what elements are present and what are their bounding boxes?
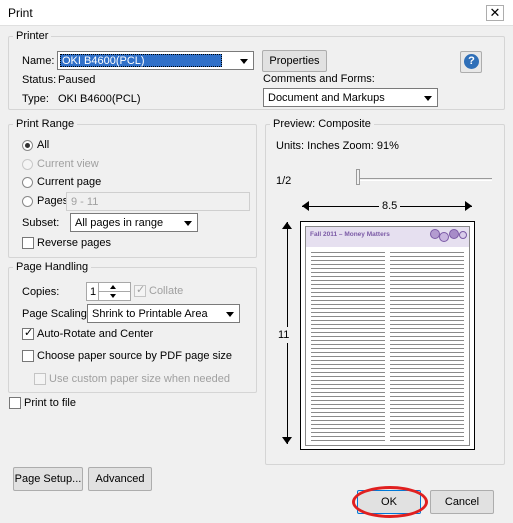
coin-icon <box>459 231 467 239</box>
radio-current-page[interactable] <box>22 177 33 188</box>
help-button[interactable]: ? <box>460 51 482 73</box>
print-range-legend: Print Range <box>16 118 75 130</box>
page-handling-legend: Page Handling <box>16 261 89 273</box>
radio-pages[interactable] <box>22 196 33 207</box>
subset-dropdown[interactable]: All pages in range <box>70 213 198 232</box>
type-value: OKI B4600(PCL) <box>58 93 141 105</box>
chevron-down-icon <box>184 221 192 226</box>
document-column-right <box>390 251 464 441</box>
radio-all-label: All <box>37 139 50 151</box>
page-counter: 1/2 <box>276 175 292 187</box>
auto-rotate-checkbox[interactable] <box>22 326 34 340</box>
units-zoom-label: Units: Inches Zoom: 91% <box>276 140 399 152</box>
radio-current-view-label: Current view <box>37 158 99 170</box>
pages-range-value: 9 - 11 <box>71 196 99 208</box>
copies-spinner[interactable]: 1 <box>86 282 131 301</box>
spin-up-icon[interactable] <box>110 285 116 289</box>
comments-forms-label: Comments and Forms: <box>263 73 375 85</box>
window-title: Print <box>8 6 33 20</box>
page-scaling-label: Page Scaling: <box>22 308 90 320</box>
printer-name-dropdown[interactable]: OKI B4600(PCL) <box>57 51 254 70</box>
pages-range-input[interactable]: 9 - 11 <box>66 192 250 211</box>
document-header: Fall 2011 – Money Matters <box>306 227 469 247</box>
page-setup-button[interactable]: Page Setup... <box>13 467 83 491</box>
cancel-button[interactable]: Cancel <box>430 490 494 514</box>
document-column-left <box>311 251 385 441</box>
chevron-down-icon <box>240 59 248 64</box>
chevron-down-icon <box>424 96 432 101</box>
printer-name-value: OKI B4600(PCL) <box>62 55 145 67</box>
subset-label: Subset: <box>22 217 60 229</box>
width-dimension-label: 8.5 <box>379 200 401 212</box>
page-slider-track[interactable] <box>358 178 492 181</box>
status-value: Paused <box>58 74 96 86</box>
page-slider-thumb[interactable] <box>356 169 360 185</box>
type-label: Type: <box>22 93 49 105</box>
spin-down-icon[interactable] <box>110 294 116 298</box>
arrow-left-icon <box>302 201 309 211</box>
page-scaling-value: Shrink to Printable Area <box>92 308 208 320</box>
document-header-title: Fall 2011 – Money Matters <box>310 231 390 238</box>
choose-paper-source-label: Choose paper source by PDF page size <box>37 350 233 362</box>
comments-forms-value: Document and Markups <box>268 92 385 104</box>
print-to-file-checkbox[interactable] <box>9 397 21 409</box>
copies-value: 1 <box>90 286 97 298</box>
comments-forms-dropdown[interactable]: Document and Markups <box>263 88 438 107</box>
coin-icon <box>439 232 449 242</box>
preview-legend: Preview: Composite <box>273 118 371 130</box>
close-button[interactable]: ✕ <box>486 5 504 21</box>
auto-rotate-label: Auto-Rotate and Center <box>37 328 154 340</box>
radio-all[interactable] <box>22 140 33 151</box>
reverse-pages-label: Reverse pages <box>37 237 111 249</box>
page-scaling-dropdown[interactable]: Shrink to Printable Area <box>87 304 240 323</box>
help-icon: ? <box>464 54 479 69</box>
status-label: Status: <box>22 74 57 86</box>
radio-pages-label: Pages <box>37 195 69 207</box>
preview-page: Fall 2011 – Money Matters <box>300 221 475 450</box>
subset-value: All pages in range <box>75 217 164 229</box>
collate-label: Collate <box>149 285 184 297</box>
choose-paper-source-checkbox[interactable] <box>22 350 34 362</box>
ok-highlight-circle <box>352 486 428 518</box>
custom-paper-size-label: Use custom paper size when needed <box>49 373 230 385</box>
arrow-up-icon <box>282 222 292 229</box>
radio-current-page-label: Current page <box>37 176 102 188</box>
coin-icon <box>449 229 459 239</box>
name-label: Name: <box>22 55 55 67</box>
arrow-right-icon <box>465 201 472 211</box>
radio-current-view <box>22 159 33 170</box>
copies-label: Copies: <box>22 286 60 298</box>
height-dimension-label: 11 <box>278 327 290 343</box>
advanced-button[interactable]: Advanced <box>88 467 152 491</box>
arrow-down-icon <box>282 437 292 444</box>
printer-legend: Printer <box>16 30 49 42</box>
collate-checkbox: ✓ <box>134 284 146 297</box>
title-bar: Print ✕ <box>0 0 513 26</box>
custom-paper-size-checkbox <box>34 373 46 385</box>
properties-button[interactable]: Properties <box>262 50 327 72</box>
print-to-file-label: Print to file <box>24 397 76 409</box>
close-icon: ✕ <box>489 5 501 20</box>
reverse-pages-checkbox[interactable] <box>22 237 34 249</box>
chevron-down-icon <box>226 312 234 317</box>
